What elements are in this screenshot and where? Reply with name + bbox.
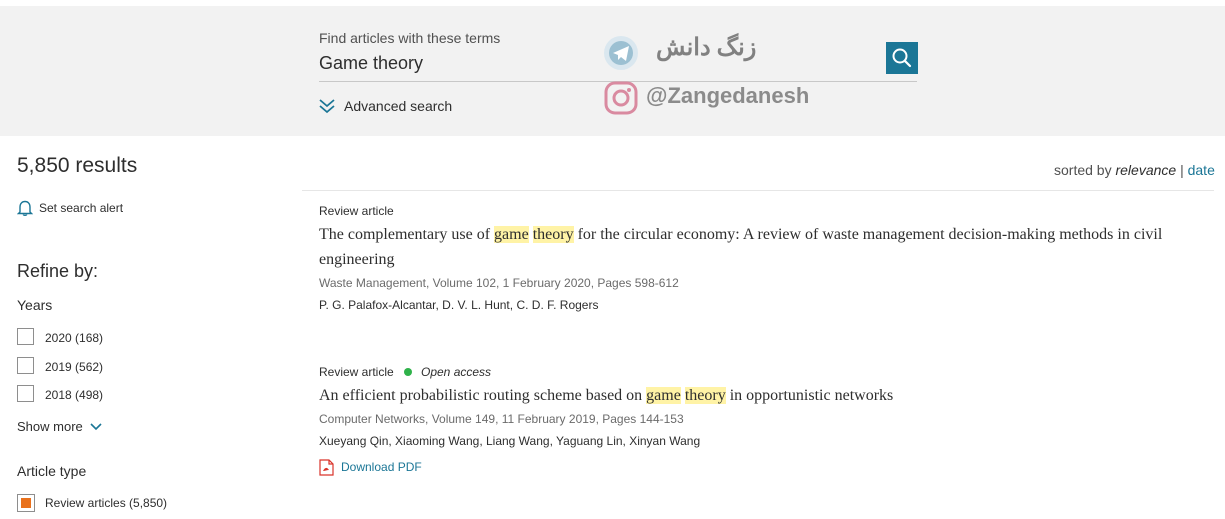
review-articles-checkbox[interactable] — [17, 494, 35, 512]
highlight-term: theory — [532, 226, 574, 243]
highlight-term: game — [494, 226, 529, 243]
sort-separator: | — [1180, 162, 1184, 178]
article-title-link[interactable]: An efficient probabilistic routing schem… — [319, 383, 1214, 408]
year-checkbox-2020[interactable] — [17, 328, 34, 345]
sort-date-link[interactable]: date — [1188, 162, 1215, 178]
results-count: 5,850 results — [17, 154, 138, 177]
chevron-down-icon[interactable] — [318, 97, 336, 115]
highlight-term: game — [646, 387, 681, 404]
chevron-down-icon[interactable] — [89, 421, 103, 433]
year-label-2020[interactable]: 2020 (168) — [45, 331, 103, 345]
watermark-handle: @Zangedanesh — [646, 83, 810, 108]
year-label-2018[interactable]: 2018 (498) — [45, 388, 103, 402]
title-text: The complementary use of — [319, 226, 495, 243]
results-divider — [302, 190, 1214, 191]
article-source: Waste Management, Volume 102, 1 February… — [319, 276, 679, 290]
instagram-icon — [604, 81, 638, 115]
title-text: An efficient probabilistic routing schem… — [319, 387, 647, 404]
telegram-icon — [604, 36, 638, 70]
search-icon — [892, 48, 912, 68]
title-text: in opportunistic networks — [725, 387, 894, 404]
year-checkbox-2018[interactable] — [17, 385, 34, 402]
article-title-link[interactable]: The complementary use of game theory for… — [319, 222, 1214, 272]
sort-relevance[interactable]: relevance — [1115, 162, 1176, 178]
download-pdf-link[interactable]: Download PDF — [341, 460, 422, 474]
article-authors: P. G. Palafox-Alcantar, D. V. L. Hunt, C… — [319, 298, 599, 312]
search-field-label: Find articles with these terms — [319, 30, 501, 46]
article-type: Review article — [319, 204, 394, 218]
open-access-dot — [404, 368, 412, 376]
article-type-label: Article type — [17, 463, 87, 479]
article-source: Computer Networks, Volume 149, 11 Februa… — [319, 412, 684, 426]
review-articles-label[interactable]: Review articles (5,850) — [45, 496, 167, 510]
watermark-brand: زنگ دانش — [656, 35, 757, 61]
year-checkbox-2019[interactable] — [17, 357, 34, 374]
highlight-term: theory — [684, 387, 726, 404]
search-button[interactable] — [886, 42, 918, 74]
bell-icon[interactable] — [17, 199, 33, 217]
article-authors: Xueyang Qin, Xiaoming Wang, Liang Wang, … — [319, 434, 701, 448]
search-input[interactable]: Game theory — [319, 53, 423, 74]
refine-heading: Refine by: — [17, 261, 99, 281]
years-filter-label: Years — [17, 297, 53, 313]
show-more-link[interactable]: Show more — [17, 419, 83, 434]
article-type: Review article — [319, 365, 394, 379]
open-access-label: Open access — [421, 365, 492, 379]
advanced-search-link[interactable]: Advanced search — [344, 98, 452, 114]
pdf-icon[interactable] — [319, 459, 334, 476]
sort-control: sorted by relevance | date — [1054, 162, 1215, 178]
year-label-2019[interactable]: 2019 (562) — [45, 360, 103, 374]
sort-prefix: sorted by — [1054, 162, 1112, 178]
set-search-alert-link[interactable]: Set search alert — [39, 201, 123, 215]
